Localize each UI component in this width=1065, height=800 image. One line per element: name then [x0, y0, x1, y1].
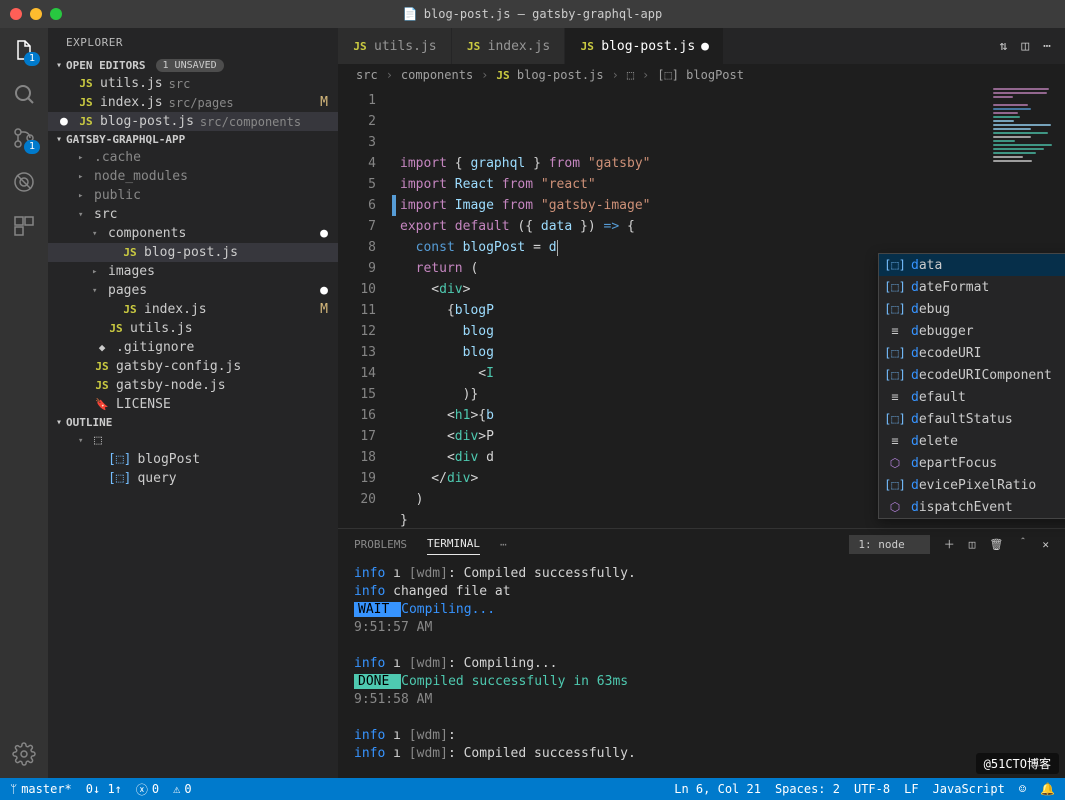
suggestion-item[interactable]: [⬚]dateFormat [879, 276, 1065, 298]
suggestion-item[interactable]: ⬡departFocus [879, 452, 1065, 474]
editor-tab[interactable]: JSutils.js [338, 28, 452, 64]
outline-item[interactable]: [⬚]blogPost [48, 450, 338, 469]
editor-tabs: JSutils.jsJSindex.jsJSblog-post.js ● ⇅ ◫… [338, 28, 1065, 64]
outline-item[interactable]: [⬚]query [48, 469, 338, 488]
feedback-icon[interactable]: ☺ [1019, 782, 1026, 796]
watermark: @51CTO博客 [976, 753, 1059, 774]
settings-gear-icon[interactable] [12, 742, 36, 766]
suggestion-item[interactable]: [⬚]devicePixelRatio [879, 474, 1065, 496]
titlebar: 📄 blog-post.js — gatsby-graphql-app [0, 0, 1065, 28]
more-actions-icon[interactable]: ⋯ [1043, 39, 1051, 54]
close-panel-icon[interactable]: ✕ [1042, 538, 1049, 551]
sidebar-title: EXPLORER [48, 28, 338, 57]
split-terminal-icon[interactable]: ◫ [969, 538, 976, 551]
outline-item[interactable]: ▾⬚ [48, 431, 338, 450]
suggestion-item[interactable]: [⬚]debug [879, 298, 1065, 320]
problems-tab[interactable]: PROBLEMS [354, 534, 407, 555]
terminal-selector[interactable]: 1: node [849, 535, 929, 554]
suggestion-item[interactable]: [⬚]datavar data: any i [879, 254, 1065, 276]
outline-header[interactable]: ▾OUTLINE [48, 414, 338, 431]
maximize-window[interactable] [50, 8, 62, 20]
debug-icon[interactable] [12, 170, 36, 194]
intellisense-popup[interactable]: [⬚]datavar data: any i[⬚]dateFormat[⬚]de… [878, 253, 1065, 519]
editor-tab[interactable]: JSblog-post.js ● [565, 28, 724, 64]
breadcrumbs[interactable]: src›components›JS blog-post.js›⬚ ›[⬚] bl… [338, 64, 1065, 86]
status-bar: ᛘ master* 0↓ 1↑ ⓧ 0 ⚠ 0 Ln 6, Col 21 Spa… [0, 778, 1065, 800]
extensions-icon[interactable] [12, 214, 36, 238]
source-control-icon[interactable]: 1 [12, 126, 36, 150]
suggestion-item[interactable]: [⬚]decodeURI [879, 342, 1065, 364]
tree-item[interactable]: ▾components● [48, 224, 338, 243]
kill-terminal-icon[interactable]: 🗑 [989, 538, 1003, 551]
close-window[interactable] [10, 8, 22, 20]
suggestion-item[interactable]: ≡debugger [879, 320, 1065, 342]
terminal-output[interactable]: info ı [wdm]: Compiled successfully.info… [338, 559, 1065, 778]
tree-item[interactable]: JSindex.jsM [48, 300, 338, 319]
git-sync[interactable]: 0↓ 1↑ [86, 782, 122, 796]
tree-item[interactable]: ▸.cache [48, 148, 338, 167]
git-branch[interactable]: ᛘ master* [10, 782, 72, 796]
tree-item[interactable]: ▸images [48, 262, 338, 281]
indentation[interactable]: Spaces: 2 [775, 782, 840, 796]
suggestion-item[interactable]: ≡delete [879, 430, 1065, 452]
tree-item[interactable]: JSutils.js [48, 319, 338, 338]
suggestion-item[interactable]: ⬡dispatchEvent [879, 496, 1065, 518]
activity-bar: 1 1 [0, 28, 48, 778]
tree-item[interactable]: JSgatsby-node.js [48, 376, 338, 395]
suggestion-item[interactable]: ≡default [879, 386, 1065, 408]
notifications-icon[interactable]: 🔔 [1040, 782, 1055, 796]
tree-item[interactable]: 🔖LICENSE [48, 395, 338, 414]
encoding[interactable]: UTF-8 [854, 782, 890, 796]
maximize-panel-icon[interactable]: ＾ [1017, 536, 1028, 552]
errors[interactable]: ⓧ 0 [136, 781, 159, 798]
eol[interactable]: LF [904, 782, 918, 796]
bottom-panel: PROBLEMS TERMINAL ⋯ 1: node ＋ ◫ 🗑 ＾ ✕ in… [338, 528, 1065, 778]
new-terminal-icon[interactable]: ＋ [944, 536, 955, 552]
open-editors-header[interactable]: ▾OPEN EDITORS1 UNSAVED [48, 57, 338, 74]
open-editor-item[interactable]: JSutils.jssrc [48, 74, 338, 93]
tree-item[interactable]: JSgatsby-config.js [48, 357, 338, 376]
file-icon: 📄 [403, 7, 418, 21]
tree-item[interactable]: ▾pages● [48, 281, 338, 300]
tree-item[interactable]: ◆.gitignore [48, 338, 338, 357]
open-editor-item[interactable]: ●JSblog-post.jssrc/components [48, 112, 338, 131]
language-mode[interactable]: JavaScript [933, 782, 1005, 796]
cursor-position[interactable]: Ln 6, Col 21 [674, 782, 761, 796]
warnings[interactable]: ⚠ 0 [173, 782, 191, 796]
terminal-tab[interactable]: TERMINAL [427, 533, 480, 555]
window-title: blog-post.js — gatsby-graphql-app [424, 7, 662, 21]
open-editor-item[interactable]: JSindex.jssrc/pagesM [48, 93, 338, 112]
panel-more-icon[interactable]: ⋯ [500, 538, 507, 551]
tree-item[interactable]: ▸node_modules [48, 167, 338, 186]
compare-changes-icon[interactable]: ⇅ [1000, 39, 1008, 54]
search-icon[interactable] [12, 82, 36, 106]
editor-tab[interactable]: JSindex.js [452, 28, 566, 64]
tree-item[interactable]: ▸public [48, 186, 338, 205]
split-editor-icon[interactable]: ◫ [1021, 39, 1029, 54]
tree-item[interactable]: JSblog-post.js [48, 243, 338, 262]
explorer-sidebar: EXPLORER ▾OPEN EDITORS1 UNSAVED JSutils.… [48, 28, 338, 778]
suggestion-item[interactable]: [⬚]decodeURIComponent [879, 364, 1065, 386]
minimize-window[interactable] [30, 8, 42, 20]
tree-item[interactable]: ▾src [48, 205, 338, 224]
suggestion-item[interactable]: [⬚]defaultStatus [879, 408, 1065, 430]
explorer-icon[interactable]: 1 [12, 38, 36, 62]
project-header[interactable]: ▾GATSBY-GRAPHQL-APP [48, 131, 338, 148]
